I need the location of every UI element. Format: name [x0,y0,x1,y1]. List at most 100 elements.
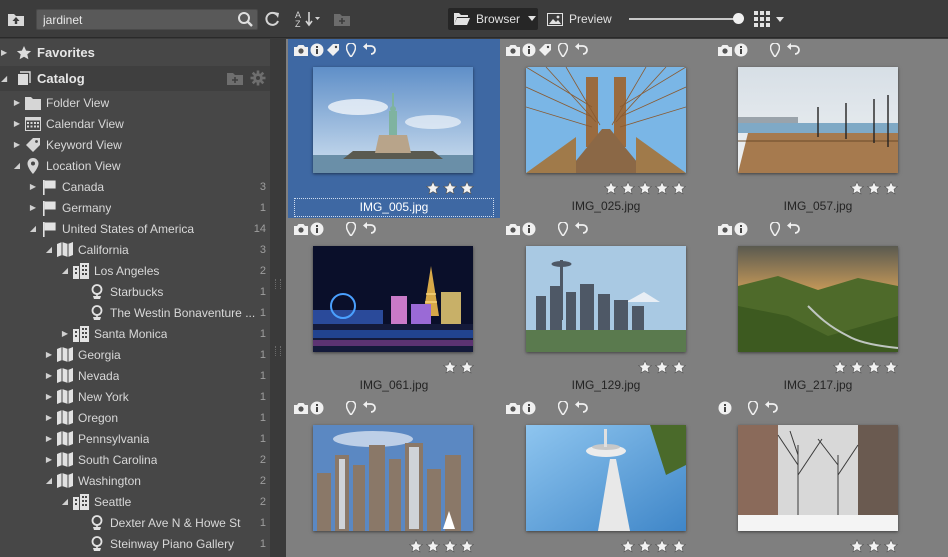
photo-thumbnail[interactable] [313,425,473,531]
undo-icon[interactable] [574,43,588,57]
star-icon[interactable] [621,181,635,195]
info-icon[interactable] [310,401,324,415]
star-icon[interactable] [884,181,898,195]
star-rating[interactable] [426,181,474,195]
tree-item[interactable]: ◢ Los Angeles 2 [0,260,270,281]
chevron-right-icon[interactable]: ▶ [44,434,54,443]
tree-item[interactable]: ▶ Keyword View [0,134,270,155]
chevron-down-icon[interactable]: ◢ [28,224,38,233]
chevron-down-icon[interactable]: ◢ [12,161,22,170]
tree-item[interactable]: ▶ Santa Monica 1 [0,323,270,344]
star-icon[interactable] [655,181,669,195]
tree-item[interactable]: ▶ Georgia 1 [0,344,270,365]
info-icon[interactable] [522,401,536,415]
location-pin-icon[interactable] [768,43,782,57]
info-icon[interactable] [734,222,748,236]
chevron-down-icon[interactable]: ◢ [60,266,70,275]
star-rating[interactable] [833,360,898,374]
photo-cell[interactable]: IMG_129.jpg [500,218,712,397]
panel-splitter[interactable] [270,39,286,557]
chevron-right-icon[interactable]: ▶ [1,48,11,57]
tree-item[interactable]: ▶ Canada 3 [0,176,270,197]
tree-item[interactable]: ▶ Folder View [0,92,270,113]
star-rating[interactable] [621,539,686,553]
star-icon[interactable] [672,360,686,374]
star-icon[interactable] [867,539,881,553]
star-icon[interactable] [460,181,474,195]
tag-icon[interactable] [326,43,340,57]
star-rating[interactable] [638,360,686,374]
undo-icon[interactable] [362,43,376,57]
location-pin-icon[interactable] [344,222,358,236]
star-rating[interactable] [850,539,898,553]
tree-item[interactable]: ▶ Oregon 1 [0,407,270,428]
photo-cell[interactable] [712,397,924,557]
chevron-right-icon[interactable]: ▶ [44,371,54,380]
camera-icon[interactable] [718,43,732,57]
grid-view-icon[interactable] [753,10,785,28]
star-icon[interactable] [833,360,847,374]
location-pin-icon[interactable] [556,401,570,415]
thumbnail-size-slider[interactable] [629,13,744,24]
star-icon[interactable] [672,181,686,195]
tree-item[interactable]: ◢ Washington 2 [0,470,270,491]
star-rating[interactable] [443,360,474,374]
star-icon[interactable] [884,360,898,374]
star-icon[interactable] [638,360,652,374]
undo-icon[interactable] [574,222,588,236]
chevron-right-icon[interactable]: ▶ [44,392,54,401]
location-pin-icon[interactable] [344,401,358,415]
info-icon[interactable] [522,222,536,236]
tree-item[interactable]: The Westin Bonaventure ... 1 [0,302,270,323]
info-icon[interactable] [310,43,324,57]
tree-item[interactable]: ◢ Location View [0,155,270,176]
tree-item[interactable]: Steinway Piano Gallery 1 [0,533,270,554]
info-icon[interactable] [734,43,748,57]
splitter-grip[interactable] [275,279,281,289]
chevron-right-icon[interactable]: ▶ [28,203,38,212]
tree-item[interactable]: ▶ New York 1 [0,386,270,407]
tree-item[interactable]: ◢ United States of America 14 [0,218,270,239]
chevron-right-icon[interactable]: ▶ [44,350,54,359]
tree-item[interactable]: Starbucks 1 [0,281,270,302]
photo-thumbnail[interactable] [526,67,686,173]
chevron-right-icon[interactable]: ▶ [12,119,22,128]
info-icon[interactable] [718,401,732,415]
camera-icon[interactable] [506,43,520,57]
chevron-right-icon[interactable]: ▶ [28,182,38,191]
location-pin-icon[interactable] [768,222,782,236]
refresh-icon[interactable] [263,10,281,28]
chevron-right-icon[interactable]: ▶ [44,455,54,464]
tree-item[interactable]: ▶ Germany 1 [0,197,270,218]
camera-icon[interactable] [718,222,732,236]
star-icon[interactable] [443,360,457,374]
tree-item[interactable]: ▶ Calendar View [0,113,270,134]
sort-icon[interactable]: AZ [294,9,322,29]
chevron-down-icon[interactable] [528,16,537,22]
preview-mode-button[interactable]: Preview [541,8,618,30]
star-icon[interactable] [443,539,457,553]
photo-thumbnail[interactable] [313,246,473,352]
star-icon[interactable] [409,539,423,553]
chevron-right-icon[interactable]: ▶ [12,98,22,107]
tag-icon[interactable] [538,43,552,57]
star-icon[interactable] [638,181,652,195]
location-pin-icon[interactable] [556,222,570,236]
star-icon[interactable] [850,181,864,195]
star-icon[interactable] [884,539,898,553]
star-icon[interactable] [850,360,864,374]
chevron-down-icon[interactable]: ◢ [1,74,11,83]
star-icon[interactable] [638,539,652,553]
star-icon[interactable] [850,539,864,553]
up-folder-icon[interactable] [7,10,25,28]
star-icon[interactable] [621,539,635,553]
undo-icon[interactable] [574,401,588,415]
tree-item[interactable]: ◢ California 3 [0,239,270,260]
tree-item[interactable]: ▶ Nevada 1 [0,365,270,386]
undo-icon[interactable] [786,222,800,236]
chevron-down-icon[interactable]: ◢ [44,476,54,485]
slider-handle[interactable] [733,13,744,24]
chevron-down-icon[interactable]: ◢ [60,497,70,506]
star-icon[interactable] [460,360,474,374]
photo-thumbnail[interactable] [738,246,898,352]
